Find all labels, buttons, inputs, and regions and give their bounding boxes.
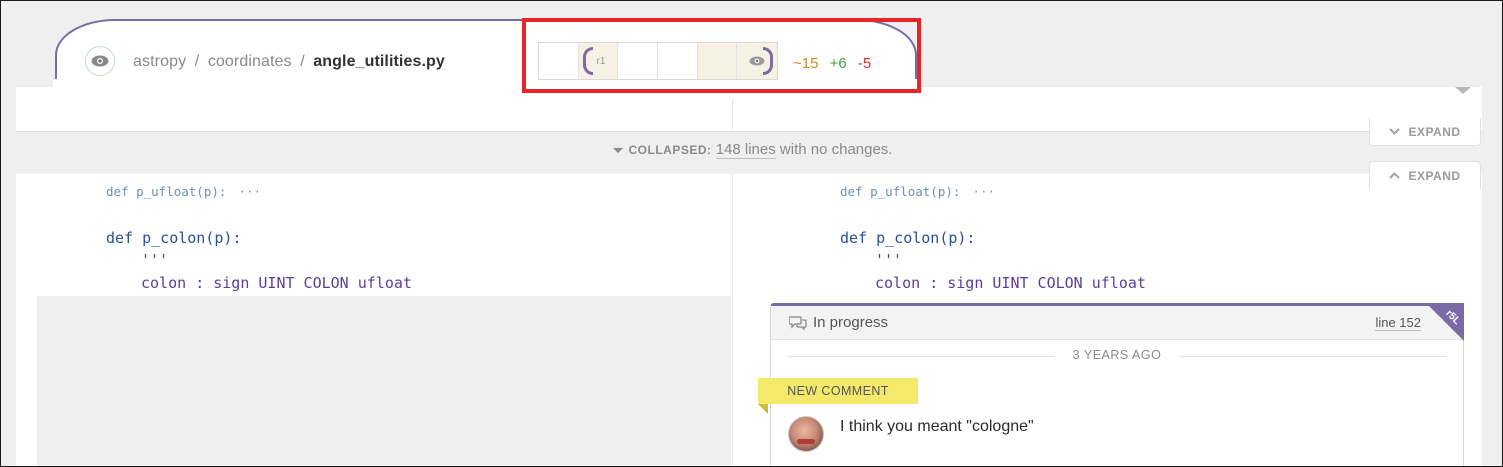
file-name: angle_utilities.py (313, 53, 445, 70)
chevron-up-icon (1389, 172, 1401, 179)
eye-icon-glyph (91, 55, 109, 67)
expand-up-label: EXPAND (1408, 168, 1461, 183)
revision-cell-r3[interactable] (658, 43, 698, 79)
pane-divider (732, 97, 733, 129)
revision-slider[interactable]: r1 (538, 42, 778, 80)
left-code-line-rule: colon : sign UINT COLON ufloat (141, 274, 412, 292)
stat-added: +6 (829, 55, 847, 72)
left-empty-region (37, 296, 731, 466)
collapsed-indicator: COLLAPSED: 148 lines with no changes. (1, 141, 1502, 165)
revision-cell-latest[interactable] (737, 43, 778, 79)
left-collapsed-def[interactable]: def p_ufloat(p): ··· (106, 184, 261, 199)
right-rule-body: : sign UINT COLON ufloat (929, 274, 1146, 292)
revision-cell-r2[interactable] (618, 43, 659, 79)
pane-divider (732, 174, 733, 466)
collapsed-label: COLLAPSED: (628, 143, 712, 157)
comment-line-link[interactable]: line 152 (1375, 315, 1421, 331)
chevron-down-icon (1389, 128, 1401, 135)
right-code-line-docstring: ''' (875, 251, 902, 269)
right-code-line-rule: colon : sign UINT COLON ufloat (875, 274, 1146, 292)
avatar[interactable] (788, 416, 824, 452)
right-collapsed-def-text: def p_ufloat(p): (840, 184, 961, 199)
diff-view-frame: astropy / coordinates / angle_utilities.… (0, 0, 1503, 467)
eye-icon[interactable] (85, 46, 115, 76)
expand-down-label: EXPAND (1408, 124, 1461, 139)
diff-stats: ~15 +6 -5 (793, 55, 878, 72)
left-collapsed-def-text: def p_ufloat(p): (106, 184, 227, 199)
left-code-line-docstring: ''' (141, 251, 168, 269)
collapsed-lines-link[interactable]: 148 lines (715, 141, 776, 159)
comment-timestamp: 3 YEARS AGO (771, 348, 1463, 362)
breadcrumb: astropy / coordinates / angle_utilities.… (133, 53, 445, 71)
range-end-handle[interactable] (763, 47, 774, 75)
comment-body: I think you meant "cologne" (840, 418, 1034, 435)
stat-modified: ~15 (793, 55, 819, 72)
breadcrumb-dir-astropy[interactable]: astropy (133, 53, 186, 70)
badge-fold (758, 404, 768, 414)
revision-cell-r1[interactable]: r1 (578, 43, 619, 79)
caret-down-icon[interactable] (612, 147, 623, 153)
expand-up-button[interactable]: EXPAND (1369, 161, 1481, 189)
revision-cell-r4[interactable] (697, 43, 738, 79)
range-start-handle[interactable] (582, 47, 593, 75)
speech-bubbles-icon (789, 315, 807, 330)
comment-thread-header[interactable]: In progress line 152 (771, 306, 1463, 340)
left-code-line-def: def p_colon(p): (106, 229, 241, 247)
left-rule-body: : sign UINT COLON ufloat (195, 274, 412, 292)
breadcrumb-separator: / (194, 53, 200, 70)
collapsed-suffix: with no changes. (775, 141, 893, 158)
left-def-keyword: def (106, 229, 134, 247)
left-ellipsis[interactable]: ··· (238, 184, 261, 199)
left-def-name: p_colon(p): (142, 229, 242, 247)
right-docstring: ''' (875, 251, 903, 269)
breadcrumb-separator: / (300, 53, 305, 70)
comment-status: In progress (789, 314, 888, 331)
file-header-tab-base (53, 79, 919, 99)
revision-label: r1 (596, 55, 606, 67)
scroll-caret-icon[interactable] (1455, 87, 1471, 94)
breadcrumb-dir-coordinates[interactable]: coordinates (208, 53, 292, 70)
left-rule-name: colon (141, 274, 187, 292)
new-comment-badge: NEW COMMENT (758, 378, 918, 404)
right-ellipsis[interactable]: ··· (972, 184, 995, 199)
revision-cell-base[interactable] (539, 43, 579, 79)
right-def-keyword: def (840, 229, 868, 247)
right-rule-name: colon (875, 274, 921, 292)
right-code-line-def: def p_colon(p): (840, 229, 975, 247)
left-docstring: ''' (141, 251, 169, 269)
right-def-name: p_colon(p): (876, 229, 976, 247)
comment-status-text: In progress (813, 314, 889, 331)
stat-removed: -5 (857, 55, 872, 72)
right-collapsed-def[interactable]: def p_ufloat(p): ··· (840, 184, 995, 199)
